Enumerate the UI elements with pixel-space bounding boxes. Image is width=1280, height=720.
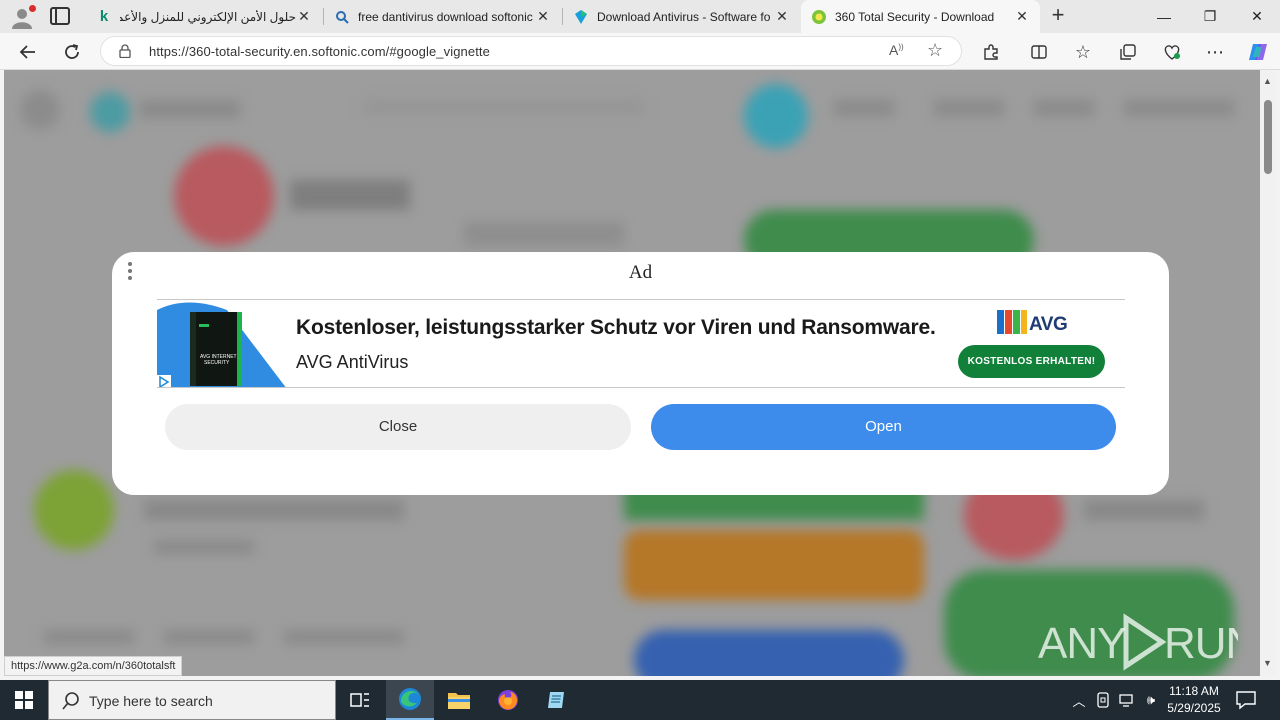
copilot-icon[interactable]	[1246, 40, 1270, 64]
tab-kaspersky[interactable]: k حلول الأمن الإلكتروني للمنزل والأعمال …	[86, 0, 322, 33]
ad-label: Ad	[628, 262, 653, 283]
notepad-icon[interactable]	[533, 680, 581, 720]
tab-softonic[interactable]: Download Antivirus - Software fo ✕	[563, 0, 800, 33]
windows-taskbar: Type here to search ︿ 🕪 11:18 AM 5/29/20…	[0, 680, 1280, 720]
address-bar[interactable]: https://360-total-security.en.softonic.c…	[100, 36, 962, 66]
tab-actions-icon[interactable]	[50, 7, 70, 25]
ad-headline[interactable]: Kostenloser, leistungsstarker Schutz vor…	[296, 316, 936, 340]
kaspersky-k-icon: k	[99, 8, 109, 25]
refresh-icon[interactable]	[60, 40, 84, 64]
close-window-button[interactable]: ✕	[1234, 0, 1280, 33]
tab-title: 360 Total Security - Download	[835, 9, 995, 24]
volume-icon[interactable]: 🕪	[1140, 680, 1162, 720]
taskbar-search-box[interactable]: Type here to search	[48, 680, 336, 720]
favorites-icon[interactable]: ☆	[1071, 40, 1095, 64]
ad-cta-button[interactable]: KOSTENLOS ERHALTEN!	[958, 345, 1105, 378]
tab-360-total-security[interactable]: 360 Total Security - Download ✕	[801, 0, 1040, 33]
status-bar-url: https://www.g2a.com/n/360totalsft	[4, 656, 183, 676]
ad-banner[interactable]: AVG INTERNET SECURITY Kostenloser, leist…	[157, 299, 1125, 388]
adchoices-icon[interactable]	[157, 375, 171, 387]
close-tab-icon[interactable]: ✕	[1014, 8, 1030, 25]
softonic-icon	[573, 9, 589, 25]
url-text[interactable]: https://360-total-security.en.softonic.c…	[149, 44, 490, 59]
profile-icon[interactable]	[10, 5, 36, 29]
ad-vignette-modal: Ad AVG INTERNET SECURITY Kostenloser, le…	[112, 252, 1169, 495]
anyrun-watermark: ANY RUN	[1038, 610, 1257, 672]
more-menu-icon[interactable]: ⋯	[1203, 40, 1227, 64]
notification-center-icon[interactable]	[1234, 688, 1258, 712]
search-icon	[62, 692, 79, 710]
split-screen-icon[interactable]	[1027, 40, 1051, 64]
tab-title: free dantivirus download softonic	[358, 9, 533, 24]
svg-text:SECURITY: SECURITY	[204, 360, 230, 366]
extensions-icon[interactable]	[979, 40, 1003, 64]
tab-title: Download Antivirus - Software fo	[597, 9, 771, 24]
search-placeholder: Type here to search	[89, 693, 213, 709]
windows-start-icon[interactable]	[0, 680, 48, 720]
tab-search[interactable]: free dantivirus download softonic ✕	[324, 0, 561, 33]
scroll-down-icon[interactable]: ▼	[1263, 658, 1272, 668]
ad-advertiser[interactable]: AVG AntiVirus	[296, 352, 408, 373]
file-explorer-icon[interactable]	[435, 680, 483, 720]
collections-icon[interactable]	[1116, 40, 1140, 64]
restore-button[interactable]: ❐	[1187, 0, 1233, 33]
tab-title: حلول الأمن الإلكتروني للمنزل والأعمال	[120, 9, 296, 24]
tab-strip: k حلول الأمن الإلكتروني للمنزل والأعمال …	[0, 0, 1280, 33]
360-icon	[811, 9, 827, 25]
task-view-icon[interactable]	[336, 680, 384, 720]
browser-essentials-icon[interactable]	[1160, 40, 1184, 64]
svg-text:ANY: ANY	[1038, 619, 1126, 668]
close-tab-icon[interactable]: ✕	[296, 8, 312, 25]
taskbar-clock[interactable]: 11:18 AM 5/29/2025	[1160, 683, 1228, 717]
clock-date: 5/29/2025	[1167, 701, 1221, 715]
read-aloud-icon[interactable]: A))	[889, 42, 904, 58]
scroll-up-icon[interactable]: ▲	[1263, 76, 1272, 86]
notification-dot-icon	[29, 5, 36, 12]
page-scrollbar[interactable]: ▲ ▼	[1260, 70, 1276, 676]
edge-icon[interactable]	[386, 680, 434, 720]
browser-toolbar: https://360-total-security.en.softonic.c…	[0, 33, 1280, 70]
favorite-star-icon[interactable]: ☆	[927, 40, 943, 61]
clock-time: 11:18 AM	[1169, 684, 1219, 698]
back-icon[interactable]	[16, 40, 40, 64]
show-hidden-icons-icon[interactable]: ︿	[1068, 680, 1090, 720]
close-tab-icon[interactable]: ✕	[774, 8, 790, 25]
firefox-icon[interactable]	[484, 680, 532, 720]
minimize-button[interactable]: —	[1141, 0, 1187, 33]
new-tab-button[interactable]: +	[1046, 4, 1070, 28]
svg-text:RUN: RUN	[1164, 619, 1238, 668]
scrollbar-thumb[interactable]	[1264, 100, 1272, 174]
close-ad-button[interactable]: Close	[165, 404, 631, 450]
device-icon[interactable]	[1092, 680, 1114, 720]
network-icon[interactable]	[1116, 680, 1138, 720]
avg-product-box-image[interactable]: AVG INTERNET SECURITY	[157, 300, 287, 388]
search-icon	[334, 9, 350, 25]
ad-brand: AVG	[1029, 314, 1068, 335]
lock-icon[interactable]	[119, 44, 131, 58]
close-tab-icon[interactable]: ✕	[535, 8, 551, 25]
open-ad-button[interactable]: Open	[651, 404, 1116, 450]
